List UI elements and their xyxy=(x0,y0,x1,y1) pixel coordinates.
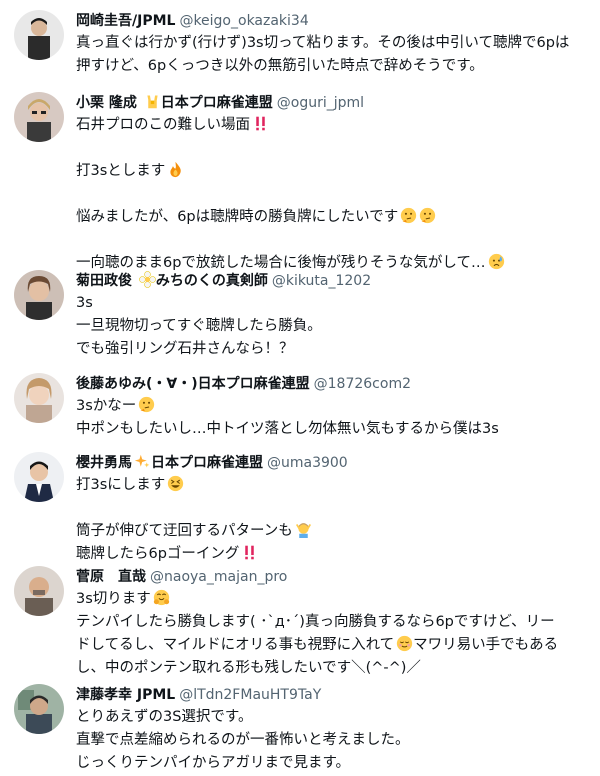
display-name[interactable]: 岡崎圭吾/JPML xyxy=(76,13,175,29)
double-exclamation-icon xyxy=(252,115,269,132)
tweet-line xyxy=(76,137,588,160)
tweet-line: 聴牌したら6pゴーイング xyxy=(76,543,588,566)
tweet-line xyxy=(76,497,588,520)
user-handle[interactable]: @uma3900 xyxy=(267,455,348,471)
tweet-line: じっくりテンパイからアガリまで見ます。 xyxy=(76,755,351,771)
tweet-header: 後藤あゆみ(・∀・)日本プロ麻雀連盟 @18726com2 xyxy=(76,373,588,395)
tweet-header: 津藤孝幸 JPML @lTdn2FMauHT9TaY xyxy=(76,684,588,706)
tweet-feed: 岡崎圭吾/JPML @keigo_okazaki34 真っ直ぐは行かず(行けず)3… xyxy=(0,0,600,776)
tweet-line: 中ポンもしたいし…中トイツ落とし勿体無い気もするから僕は3s xyxy=(76,421,499,437)
tweet-line: し、中のポンテン取れる形も残したいです＼(^-^)／ xyxy=(76,660,421,676)
display-name[interactable]: 小栗 隆成 日本プロ麻雀連盟 xyxy=(76,95,273,111)
user-handle[interactable]: @keigo_okazaki34 xyxy=(179,13,308,29)
tweet-line: テンパイしたら勝負します( ･`д･´)真っ向勝負するなら6pですけど、リー xyxy=(76,614,555,630)
tweet-line xyxy=(76,183,588,206)
tweet-line: とりあえずの3S選択です。 xyxy=(76,709,253,725)
user-handle[interactable]: @lTdn2FMauHT9TaY xyxy=(179,687,321,703)
fire-icon xyxy=(167,161,184,178)
tweet-line: 押すけど、6pくっつき以外の無筋引いた時点で辞めそうです。 xyxy=(76,58,484,74)
user-handle[interactable]: @naoya_majan_pro xyxy=(150,569,287,585)
tweet-text: 3s切ります テンパイしたら勝負します( ･`д･´)真っ向勝負するなら6pです… xyxy=(76,588,588,680)
tweet-text: 石井プロのこの難しい場面 打3sとします 悩みましたが、6pは聴牌時の勝負牌にし… xyxy=(76,114,588,275)
display-name[interactable]: 菅原 直哉 xyxy=(76,569,146,585)
flower-icon xyxy=(139,271,156,288)
sparkles-icon xyxy=(134,453,151,470)
display-name[interactable]: 菊田政俊 みちのくの真剣師 xyxy=(76,271,268,289)
tweet-header: 菅原 直哉 @naoya_majan_pro xyxy=(76,566,588,588)
tweet-line: でも強引リング石井さんなら！？ xyxy=(76,341,294,357)
tweet-header: 岡崎圭吾/JPML @keigo_okazaki34 xyxy=(76,10,588,32)
user-handle[interactable]: @oguri_jpml xyxy=(277,95,364,111)
tweet-header: 菊田政俊 みちのくの真剣師 @kikuta_1202 xyxy=(76,270,588,292)
sign-of-horns-icon xyxy=(144,93,161,110)
tweet-line: 悩みましたが、6pは聴牌時の勝負牌にしたいです xyxy=(76,206,588,229)
tweet-text: 3s 一旦現物切ってすぐ聴牌したら勝負。 でも強引リング石井さんなら！？ xyxy=(76,292,588,361)
avatar[interactable] xyxy=(14,684,64,734)
tweet-line: 3sかなー xyxy=(76,395,588,418)
grinning-squint-face-icon xyxy=(167,475,184,492)
tweet-text: 3sかなー 中ポンもしたいし…中トイツ落とし勿体無い気もするから僕は3s xyxy=(76,395,588,441)
display-name[interactable]: 津藤孝幸 JPML xyxy=(76,687,175,703)
user-handle[interactable]: @kikuta_1202 xyxy=(272,273,371,289)
tweet-header: 小栗 隆成 日本プロ麻雀連盟 @oguri_jpml xyxy=(76,92,588,114)
tweet-text: とりあえずの3S選択です。 直撃で点差縮められるのが一番怖いと考えました。 じっ… xyxy=(76,706,588,775)
thinking-face-icon xyxy=(400,207,417,224)
tweet-line: ドしてるし、マイルドにオリる事も視野に入れて マワリ易い手でもある xyxy=(76,635,559,653)
avatar[interactable] xyxy=(14,10,64,60)
tweet-line: 3s切ります xyxy=(76,588,588,611)
avatar[interactable] xyxy=(14,373,64,423)
tweet-line: 石井プロのこの難しい場面 xyxy=(76,114,588,137)
tweet-line: 一旦現物切ってすぐ聴牌したら勝負。 xyxy=(76,318,322,334)
tweet-header: 櫻井勇馬 日本プロ麻雀連盟 @uma3900 xyxy=(76,452,588,474)
avatar[interactable] xyxy=(14,566,64,616)
double-exclamation-icon xyxy=(241,544,258,561)
display-name[interactable]: 後藤あゆみ(・∀・)日本プロ麻雀連盟 xyxy=(76,376,310,392)
anxious-face-icon xyxy=(488,253,505,270)
avatar[interactable] xyxy=(14,452,64,502)
tweet-line: 打3sとします xyxy=(76,160,588,183)
person-gesturing-icon xyxy=(295,521,312,538)
tweet-text: 真っ直ぐは行かず(行けず)3s切って粘ります。その後は中引いて聴牌で6pは 押す… xyxy=(76,32,588,78)
avatar[interactable] xyxy=(14,270,64,320)
user-handle[interactable]: @18726com2 xyxy=(314,376,411,392)
tweet-line: 打3sにします xyxy=(76,474,588,497)
tweet-line: 直撃で点差縮められるのが一番怖いと考えました。 xyxy=(76,732,410,748)
avatar[interactable] xyxy=(14,92,64,142)
hugging-face-icon xyxy=(153,589,170,606)
display-name[interactable]: 櫻井勇馬 日本プロ麻雀連盟 xyxy=(76,453,263,471)
tweet-line: 真っ直ぐは行かず(行けず)3s切って粘ります。その後は中引いて聴牌で6pは xyxy=(76,35,570,51)
thinking-face-icon xyxy=(419,207,436,224)
tweet-line: 3s xyxy=(76,295,93,311)
tweet-text: 打3sにします 筒子が伸びて迂回するパターンも 聴牌したら6pゴーイング xyxy=(76,474,588,566)
tweet-line: 筒子が伸びて迂回するパターンも xyxy=(76,520,588,543)
relieved-face-icon xyxy=(396,635,413,652)
tweet-line xyxy=(76,229,588,252)
thinking-face-icon xyxy=(138,396,155,413)
